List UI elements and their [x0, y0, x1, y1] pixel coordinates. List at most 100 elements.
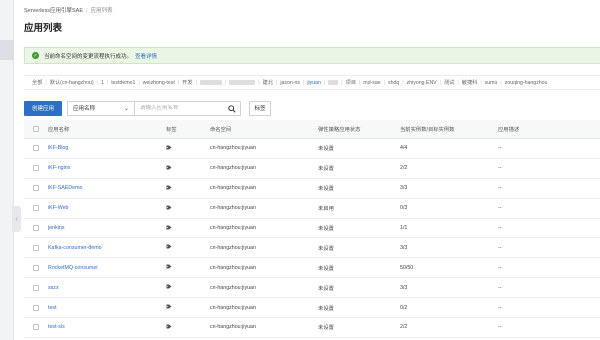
namespace-tab[interactable]: |: [222, 80, 256, 86]
instances-cell: 3/3: [400, 185, 408, 192]
table-row[interactable]: test-sls cn-hangzhou:jiyuan 未设置 2/2 --: [24, 318, 600, 338]
search-field-select[interactable]: 应用名称 ⌄: [67, 100, 135, 116]
description-cell: --: [498, 244, 502, 251]
tag-cell: [166, 225, 206, 232]
notice-detail-link[interactable]: 查看详情: [135, 52, 157, 60]
app-name-link[interactable]: Kafka-consumer-demo: [48, 245, 166, 251]
app-name-link[interactable]: iKF-Web: [48, 205, 166, 211]
namespace-tab[interactable]: |: [321, 80, 339, 86]
row-checkbox[interactable]: [33, 185, 39, 192]
namespace-tab[interactable]: 全部: [32, 79, 42, 86]
tag-icon[interactable]: [166, 244, 172, 251]
table-row[interactable]: RocketMQ-consumer cn-hangzhou:jiyuan 未设置 50…: [24, 258, 600, 279]
table-row[interactable]: sszx cn-hangzhou:jiyuan 未设置 3/3 --: [24, 278, 600, 299]
table-row[interactable]: Kafka-consumer-demo cn-hangzhou:jiyuan 未设置…: [24, 238, 600, 259]
tag-icon[interactable]: [166, 165, 172, 172]
instances-cell: 2/2: [400, 165, 408, 172]
namespace-tab[interactable]: | 敏捷科: [454, 79, 477, 87]
namespace-separator: |: [457, 79, 459, 86]
tag-icon[interactable]: [166, 185, 172, 192]
namespace-tab[interactable]: | shdq: [381, 80, 400, 86]
namespace-tab[interactable]: | md-sae: [356, 80, 381, 86]
namespace-separator: |: [177, 79, 180, 86]
row-checkbox[interactable]: [33, 244, 39, 251]
namespace-label: testdemo1: [111, 79, 136, 86]
namespace-tab[interactable]: | testdemo1: [104, 80, 136, 86]
row-checkbox[interactable]: [33, 284, 39, 291]
namespace-cell: cn-hangzhou:jiyuan: [210, 145, 256, 152]
row-checkbox[interactable]: [33, 264, 39, 271]
row-checkbox[interactable]: [33, 165, 39, 172]
create-app-button[interactable]: 创建应用: [24, 100, 62, 116]
elastic-status-cell: 未设置: [318, 285, 334, 292]
tag-icon[interactable]: [166, 225, 172, 232]
namespace-redacted-label: [328, 80, 339, 85]
app-name-link[interactable]: iKF-nginx: [48, 165, 166, 171]
select-all-cell: [24, 126, 48, 132]
table-row[interactable]: jenkins cn-hangzhou:jiyuan 未设置 1/1 --: [24, 219, 600, 239]
tag-icon[interactable]: [166, 264, 172, 271]
app-name-link[interactable]: jenkins: [48, 225, 166, 231]
row-checkbox[interactable]: [33, 225, 39, 231]
app-name-link[interactable]: iKF-SAEDemo: [48, 185, 166, 191]
app-name-link[interactable]: sszx: [48, 285, 166, 291]
table-row[interactable]: iKF-Web cn-hangzhou:jiyuan 未启用 0/3 --: [24, 199, 600, 219]
search-icon[interactable]: [228, 104, 236, 113]
breadcrumb-root-link[interactable]: Serverless应用引擎SAE: [24, 8, 83, 14]
description-cell: --: [498, 304, 502, 311]
namespace-tab[interactable]: |: [193, 80, 222, 86]
tag-icon[interactable]: [166, 304, 172, 311]
main-content: Serverless应用引擎SAE / 应用列表 应用列表 ✓ 当前命名空间的变更流…: [22, 0, 600, 340]
namespace-tab[interactable]: | 项目: [338, 79, 356, 87]
app-name-link[interactable]: RocketMQ-consumer: [48, 265, 166, 271]
namespace-tab[interactable]: | weizhong-test: [135, 80, 174, 86]
elastic-status-cell: 未设置: [318, 146, 334, 153]
tag-icon[interactable]: [166, 145, 172, 152]
row-checkbox[interactable]: [33, 324, 39, 331]
header-app-name: 应用名称: [48, 127, 70, 133]
description-cell: --: [498, 324, 502, 331]
namespace-tab[interactable]: | jason-ns: [273, 80, 300, 86]
app-name-link[interactable]: test: [48, 305, 166, 311]
sidebar-collapse-handle[interactable]: ‹: [12, 206, 21, 232]
app-name-link[interactable]: test-sls: [48, 324, 166, 330]
namespace-cell: cn-hangzhou:jiyuan: [210, 244, 256, 251]
row-checkbox[interactable]: [33, 205, 39, 212]
table-row[interactable]: iKF-Blog cn-hangzhou:jiyuan 未设置 4/4 --: [24, 139, 600, 159]
search-input[interactable]: [140, 105, 228, 111]
tag-filter-button[interactable]: 标签: [249, 100, 271, 116]
description-cell: --: [498, 185, 502, 192]
tag-icon[interactable]: [166, 284, 172, 291]
table-row[interactable]: iKF-SAEDemo cn-hangzhou:jiyuan 未设置 3/3 --: [24, 179, 600, 199]
elastic-status-cell: 未设置: [318, 245, 334, 252]
namespace-tab[interactable]: | xumu: [477, 80, 497, 86]
header-tag: 标签: [166, 127, 177, 133]
row-checkbox[interactable]: [33, 145, 39, 152]
table-row[interactable]: iKF-nginx cn-hangzhou:jiyuan 未设置 2/2 --: [24, 159, 600, 179]
namespace-label: 全部: [32, 80, 43, 86]
tag-icon[interactable]: [166, 205, 172, 212]
tag-cell: [166, 165, 206, 172]
namespace-label: 测试: [444, 80, 455, 86]
elastic-status-cell: 未启用: [318, 206, 334, 213]
namespace-tab[interactable]: | zhiyong ENV: [399, 80, 436, 86]
select-all-checkbox[interactable]: [33, 126, 39, 132]
row-checkbox[interactable]: [33, 304, 39, 311]
namespace-cell: cn-hangzhou:jiyuan: [210, 165, 256, 172]
namespace-tab[interactable]: | jiyuan: [300, 80, 321, 86]
chevron-down-icon: ⌄: [123, 105, 129, 112]
table-body: iKF-Blog cn-hangzhou:jiyuan 未设置 4/4 -- iKF-ng…: [24, 139, 600, 338]
breadcrumb-current: 应用列表: [90, 8, 113, 14]
namespace-tab[interactable]: | 1: [94, 80, 104, 86]
tag-icon[interactable]: [166, 324, 172, 331]
header-description: 应用描述: [498, 127, 520, 133]
namespace-tab[interactable]: | 测试: [437, 79, 455, 87]
namespace-tab[interactable]: | 开发: [175, 79, 193, 87]
namespace-tab[interactable]: | 默认(cn-hangzhou): [42, 79, 93, 87]
tag-cell: [166, 205, 206, 212]
app-name-link[interactable]: iKF-Blog: [48, 145, 166, 151]
toolbar: 创建应用 应用名称 ⌄ 标签: [24, 100, 271, 116]
namespace-tab[interactable]: | zouqing-hangzhou: [497, 80, 547, 86]
table-row[interactable]: test cn-hangzhou:jiyuan 未设置 0/2 --: [24, 298, 600, 319]
namespace-tab[interactable]: | 建北: [255, 79, 273, 87]
